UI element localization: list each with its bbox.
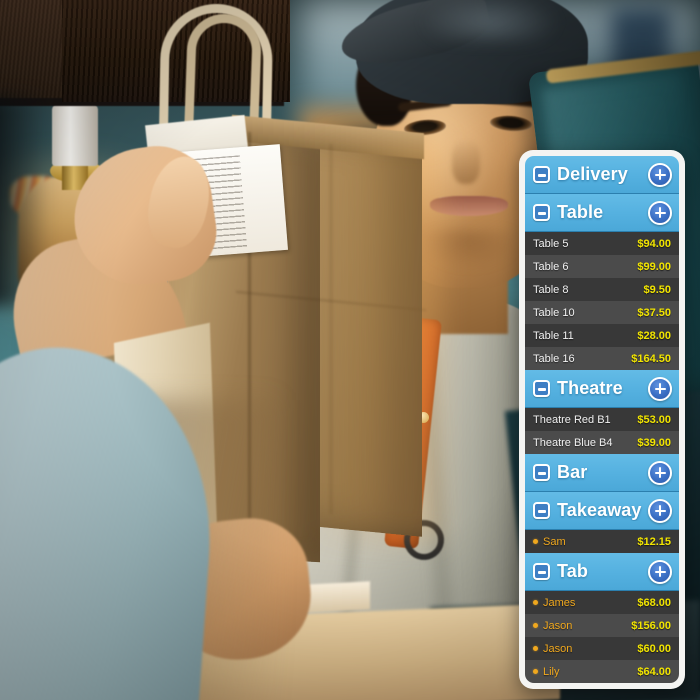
group-header-table[interactable]: Table — [525, 194, 679, 232]
group-title: Bar — [557, 462, 588, 482]
order-row[interactable]: Table 5 $94.00 — [525, 232, 679, 255]
order-row[interactable]: Table 10 $37.50 — [525, 301, 679, 324]
order-row[interactable]: Lily $64.00 — [525, 660, 679, 683]
group-header-bar[interactable]: Bar — [525, 454, 679, 492]
order-label: James — [543, 596, 576, 609]
order-amount: $60.00 — [637, 642, 671, 655]
order-amount: $64.00 — [637, 665, 671, 678]
status-dot-icon — [533, 600, 538, 605]
plus-circle-icon[interactable] — [648, 376, 672, 401]
order-row[interactable]: Table 11 $28.00 — [525, 324, 679, 347]
order-amount: $68.00 — [637, 596, 671, 609]
group-title: Takeaway — [557, 500, 642, 520]
open-orders-panel: Delivery Table Table 5 $94.00 Table 6 $99.00 T… — [519, 150, 685, 689]
order-label: Table 16 — [533, 352, 575, 365]
order-label: Theatre Red B1 — [533, 413, 611, 426]
order-row[interactable]: Table 8 $9.50 — [525, 278, 679, 301]
status-dot-icon — [533, 669, 538, 674]
order-row[interactable]: Table 16 $164.50 — [525, 347, 679, 370]
order-amount: $9.50 — [643, 283, 671, 296]
minus-box-icon[interactable] — [533, 166, 550, 183]
order-row[interactable]: Sam $12.15 — [525, 530, 679, 553]
order-row[interactable]: Theatre Red B1 $53.00 — [525, 408, 679, 431]
order-amount: $94.00 — [637, 237, 671, 250]
order-label: Table 8 — [533, 283, 569, 296]
order-row[interactable]: Table 6 $99.00 — [525, 255, 679, 278]
order-label: Table 11 — [533, 329, 574, 342]
order-row[interactable]: Jason $156.00 — [525, 614, 679, 637]
status-dot-icon — [533, 646, 538, 651]
order-amount: $53.00 — [637, 413, 671, 426]
plus-circle-icon[interactable] — [648, 559, 672, 584]
order-row[interactable]: Theatre Blue B4 $39.00 — [525, 431, 679, 454]
status-dot-icon — [533, 539, 538, 544]
group-header-tab[interactable]: Tab — [525, 553, 679, 591]
order-amount: $12.15 — [637, 535, 671, 548]
order-amount: $37.50 — [637, 306, 671, 319]
group-title: Table — [557, 202, 604, 222]
order-amount: $39.00 — [637, 436, 671, 449]
order-label: Table 5 — [533, 237, 569, 250]
order-amount: $28.00 — [637, 329, 671, 342]
minus-box-icon[interactable] — [533, 502, 550, 519]
group-header-takeaway[interactable]: Takeaway — [525, 492, 679, 530]
minus-box-icon[interactable] — [533, 380, 550, 397]
minus-box-icon[interactable] — [533, 464, 550, 481]
group-title: Theatre — [557, 378, 623, 398]
order-label: Sam — [543, 535, 566, 548]
order-amount: $156.00 — [631, 619, 671, 632]
order-label: Lily — [543, 665, 560, 678]
order-row[interactable]: Jason $60.00 — [525, 637, 679, 660]
plus-circle-icon[interactable] — [648, 200, 672, 225]
order-label: Jason — [543, 642, 573, 655]
group-title: Delivery — [557, 164, 628, 184]
order-label: Jason — [543, 619, 573, 632]
minus-box-icon[interactable] — [533, 563, 550, 580]
plus-circle-icon[interactable] — [648, 460, 672, 485]
order-label: Table 6 — [533, 260, 569, 273]
minus-box-icon[interactable] — [533, 204, 550, 221]
group-header-delivery[interactable]: Delivery — [525, 156, 679, 194]
open-orders-list: Delivery Table Table 5 $94.00 Table 6 $99.00 T… — [525, 156, 679, 683]
order-label: Table 10 — [533, 306, 575, 319]
order-amount: $99.00 — [637, 260, 671, 273]
group-title: Tab — [557, 561, 588, 581]
order-label: Theatre Blue B4 — [533, 436, 613, 449]
plus-circle-icon[interactable] — [648, 498, 672, 523]
status-dot-icon — [533, 623, 538, 628]
group-header-theatre[interactable]: Theatre — [525, 370, 679, 408]
plus-circle-icon[interactable] — [648, 162, 672, 187]
order-amount: $164.50 — [631, 352, 671, 365]
order-row[interactable]: James $68.00 — [525, 591, 679, 614]
